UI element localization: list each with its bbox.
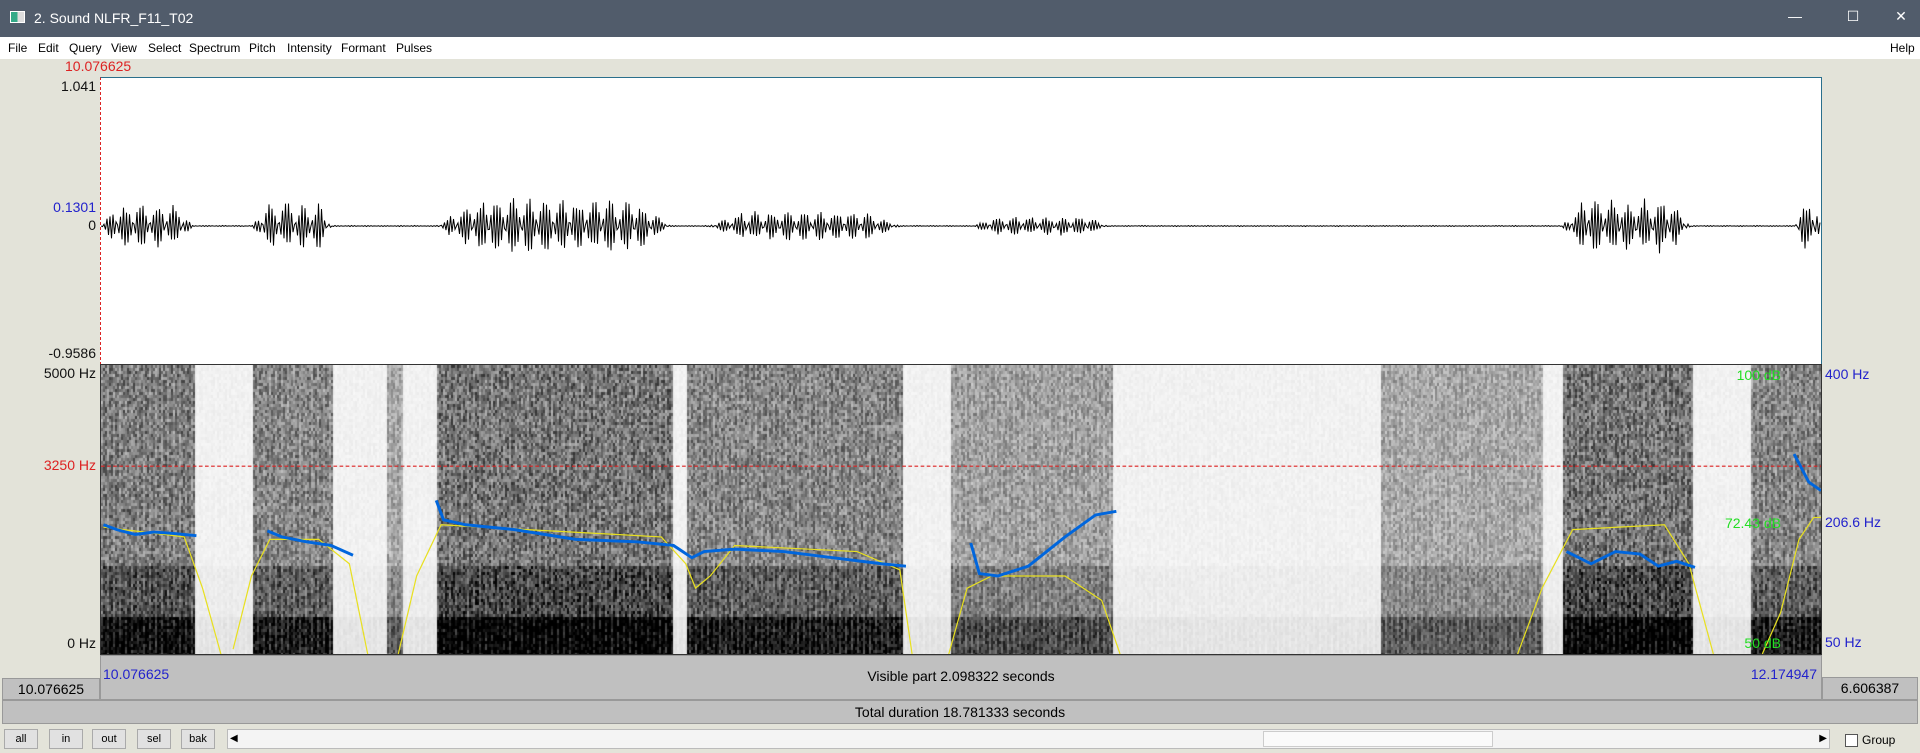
scroll-left-arrow-icon[interactable]: ◀ [230, 733, 238, 744]
visible-part-bar[interactable]: 10.076625 Visible part 2.098322 seconds … [100, 655, 1822, 700]
spectrogram-panel[interactable]: 100 dB 72.43 dB 50 dB [100, 364, 1822, 655]
menu-intensity[interactable]: Intensity [287, 41, 332, 55]
menu-select[interactable]: Select [148, 41, 181, 55]
waveform-cursor-value: 0.1301 [53, 199, 96, 215]
menu-pulses[interactable]: Pulses [396, 41, 432, 55]
intensity-cursor-label: 72.43 dB [1724, 515, 1781, 531]
cursor-time-label: 10.076625 [65, 58, 132, 74]
total-duration-bar[interactable]: Total duration 18.781333 seconds [2, 700, 1918, 724]
overlay [101, 453, 1821, 654]
out-button[interactable]: out [92, 729, 126, 749]
visible-part-label: Visible part 2.098322 seconds [867, 668, 1055, 684]
menu-edit[interactable]: Edit [38, 41, 59, 55]
waveform-max-label: 1.041 [60, 78, 96, 94]
praat-icon [10, 11, 25, 23]
sel-button[interactable]: sel [137, 729, 171, 749]
spec-cursor-label: 3250 Hz [43, 457, 96, 473]
bak-button[interactable]: bak [181, 729, 215, 749]
right-time-value: 6.606387 [1840, 680, 1900, 696]
spec-bottom-label: 0 Hz [67, 635, 96, 651]
pitch-contour [102, 453, 1821, 578]
waveform-min-label: -0.9586 [48, 345, 96, 361]
minimize-button[interactable]: — [1780, 8, 1810, 24]
left-time-value: 10.076625 [17, 681, 85, 697]
maximize-button[interactable]: ☐ [1838, 8, 1868, 25]
window-title: 2. Sound NLFR_F11_T02 [34, 10, 194, 26]
pitch-cursor-label: 206.6 Hz [1825, 514, 1882, 530]
menu-file[interactable]: File [8, 41, 27, 55]
waveform-zero-label: 0 [88, 217, 96, 233]
close-button[interactable]: ✕ [1886, 8, 1916, 25]
menu-help[interactable]: Help [1890, 41, 1915, 55]
title-bar: 2. Sound NLFR_F11_T02 — ☐ ✕ [0, 0, 1920, 37]
menu-bar: File Edit Query View Select Spectrum Pit… [0, 37, 1920, 59]
menu-query[interactable]: Query [69, 41, 102, 55]
intensity-min-label: 50 dB [1744, 635, 1781, 651]
waveform-panel[interactable] [100, 77, 1822, 365]
left-time-box[interactable]: 10.076625 [2, 678, 100, 700]
total-duration-label: Total duration 18.781333 seconds [854, 704, 1066, 720]
right-time-box[interactable]: 6.606387 [1822, 677, 1918, 700]
menu-view[interactable]: View [111, 41, 137, 55]
spec-top-label: 5000 Hz [43, 365, 96, 381]
group-checkbox[interactable] [1845, 734, 1858, 747]
intensity-curve [103, 516, 1821, 654]
group-label: Group [1862, 733, 1896, 747]
menu-pitch[interactable]: Pitch [249, 41, 276, 55]
in-button[interactable]: in [49, 729, 83, 749]
menu-spectrum[interactable]: Spectrum [189, 41, 240, 55]
horizontal-scrollbar[interactable]: ◀ ▶ [227, 729, 1830, 749]
pitch-min-label: 50 Hz [1825, 634, 1862, 650]
pitch-max-label: 400 Hz [1825, 366, 1870, 382]
visible-end: 12.174947 [1750, 666, 1817, 682]
intensity-max-label: 100 dB [1736, 367, 1781, 383]
all-button[interactable]: all [4, 729, 38, 749]
menu-formant[interactable]: Formant [341, 41, 386, 55]
waveform [100, 198, 1821, 254]
scrollbar-thumb[interactable] [1263, 731, 1493, 747]
scroll-right-arrow-icon[interactable]: ▶ [1819, 733, 1827, 744]
